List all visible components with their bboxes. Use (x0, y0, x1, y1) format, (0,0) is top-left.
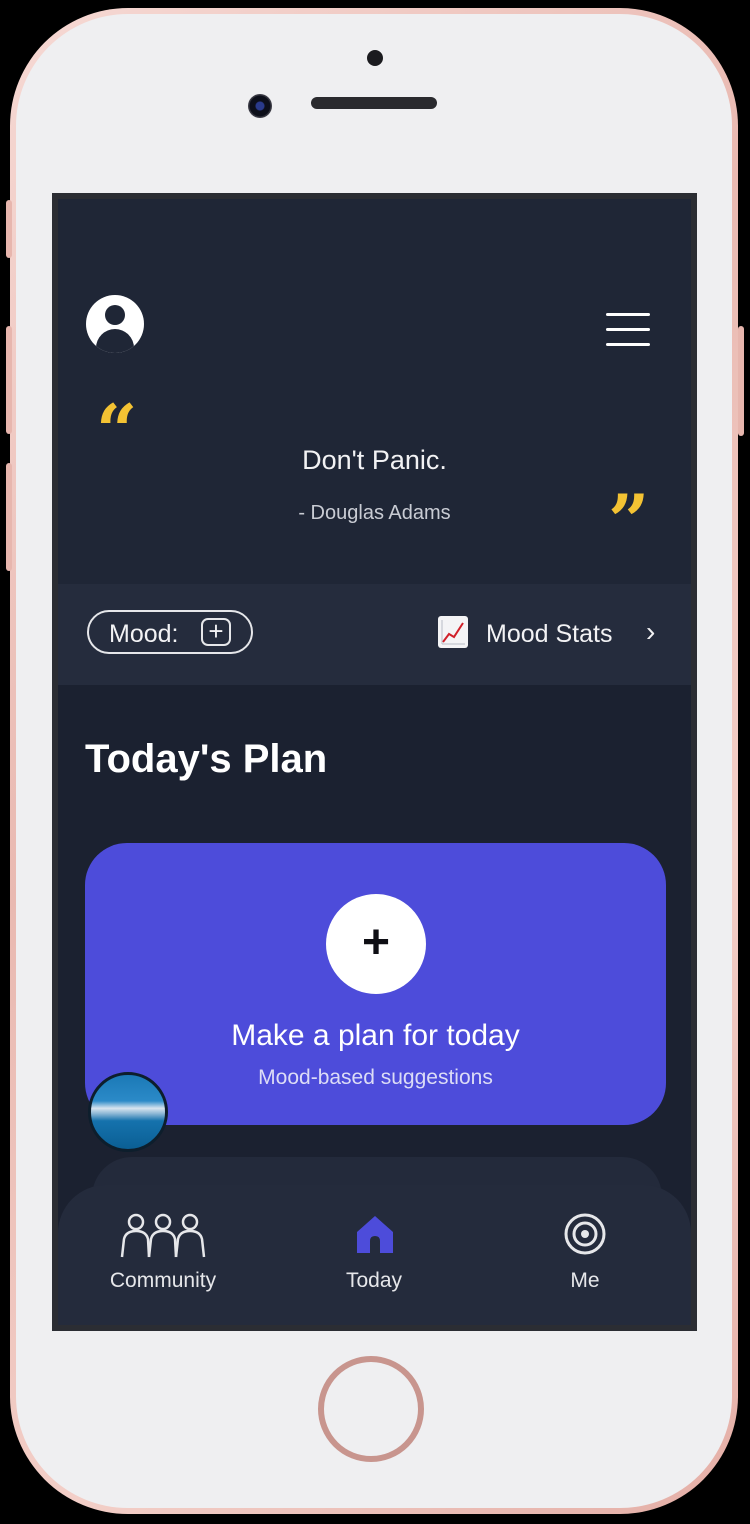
mood-bar: Mood: + Mood Stats › (58, 584, 691, 685)
quote-text: Don't Panic. (302, 445, 447, 475)
proximity-sensor (367, 50, 383, 66)
mood-button[interactable]: Mood: + (87, 610, 253, 654)
tab-today[interactable]: Today (284, 1185, 464, 1325)
tab-community[interactable]: Community (73, 1185, 253, 1325)
tab-community-label: Community (109, 1269, 217, 1292)
plan-card-subtitle: Mood-based suggestions (258, 1066, 493, 1089)
phone-volume-down (6, 463, 12, 571)
add-mood-icon: + (201, 618, 231, 646)
mood-label: Mood: (109, 620, 179, 648)
target-icon (564, 1213, 606, 1255)
close-quote-icon: ” (608, 478, 650, 563)
tab-today-label: Today (345, 1269, 403, 1292)
hamburger-menu-icon[interactable] (606, 313, 650, 347)
app-screen: “ Don't Panic. - Douglas Adams ” Mood: +… (52, 193, 697, 1331)
earpiece-speaker (311, 97, 437, 109)
make-plan-card[interactable]: + Make a plan for today Mood-based sugge… (85, 843, 666, 1125)
avatar-head (105, 305, 125, 325)
add-plan-button[interactable]: + (326, 894, 426, 994)
avatar-shoulders (96, 329, 134, 353)
bottom-tab-bar: Community Today Me (58, 1185, 691, 1325)
phone-mute-switch (6, 200, 12, 258)
mood-orb-icon[interactable] (88, 1072, 168, 1152)
phone-power-button (738, 326, 744, 436)
page-title: Today's Plan (85, 737, 328, 781)
tab-me[interactable]: Me (495, 1185, 675, 1325)
quote-author: - Douglas Adams (298, 502, 451, 524)
home-icon (357, 1216, 393, 1253)
chart-increasing-icon (438, 616, 468, 648)
phone-volume-up (6, 326, 12, 434)
quote-header: “ Don't Panic. - Douglas Adams ” (58, 199, 691, 584)
plan-card-title: Make a plan for today (231, 1019, 520, 1052)
community-icon (120, 1213, 206, 1258)
profile-avatar-icon[interactable] (86, 295, 144, 353)
chevron-right-icon: › (646, 616, 656, 647)
mood-stats-label: Mood Stats (486, 620, 613, 648)
front-camera-icon (248, 94, 272, 118)
home-button[interactable] (318, 1356, 424, 1462)
tab-me-label: Me (570, 1269, 600, 1292)
